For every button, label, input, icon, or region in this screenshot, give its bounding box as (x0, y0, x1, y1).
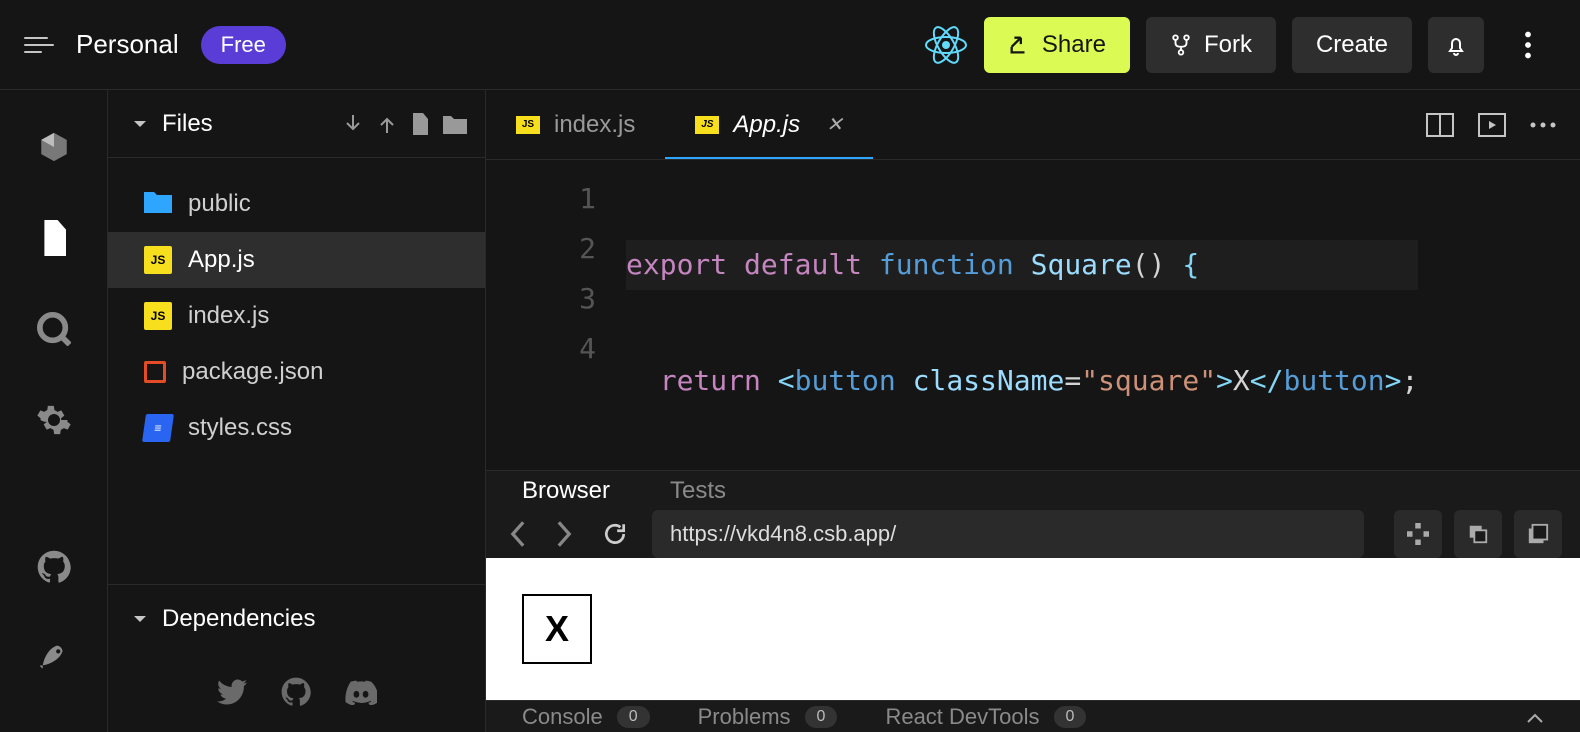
address-bar[interactable] (652, 510, 1364, 558)
nav-back-icon[interactable] (504, 521, 532, 547)
preview-tab-browser[interactable]: Browser (522, 477, 610, 505)
line-number: 3 (486, 274, 596, 324)
line-number: 4 (486, 324, 596, 374)
file-package-json[interactable]: package.json (108, 344, 485, 400)
activity-search-icon[interactable] (37, 312, 71, 346)
activity-sandbox-icon[interactable] (37, 130, 71, 164)
open-window-icon[interactable] (1514, 510, 1562, 558)
download-icon[interactable] (343, 113, 363, 135)
file-label: public (188, 190, 251, 218)
line-number: 2 (486, 224, 596, 274)
tab-label: index.js (554, 111, 635, 139)
console-panel-button[interactable]: Console 0 (522, 704, 650, 730)
create-label: Create (1316, 31, 1388, 59)
tab-index-js[interactable]: JS index.js (486, 90, 665, 159)
discord-icon[interactable] (345, 679, 377, 705)
expand-panel-icon[interactable] (1526, 704, 1544, 730)
dependencies-label: Dependencies (162, 605, 315, 633)
activity-settings-icon[interactable] (36, 402, 72, 438)
react-logo-icon (924, 23, 968, 67)
split-editor-icon[interactable] (1426, 113, 1454, 137)
menu-button[interactable] (24, 37, 54, 53)
fork-button[interactable]: Fork (1146, 17, 1276, 73)
code-editor[interactable]: 1 2 3 4 export default function Square()… (486, 160, 1580, 470)
workspace-name[interactable]: Personal (76, 29, 179, 60)
notifications-button[interactable] (1428, 17, 1484, 73)
tab-label: App.js (733, 111, 800, 139)
preview-toggle-icon[interactable] (1478, 113, 1506, 137)
reload-icon[interactable] (596, 521, 634, 547)
js-icon: JS (144, 302, 172, 330)
new-folder-icon[interactable] (443, 114, 467, 134)
file-styles-css[interactable]: ≡ styles.css (108, 400, 485, 456)
twitter-icon[interactable] (217, 679, 247, 705)
more-button[interactable] (1500, 17, 1556, 73)
square-button[interactable]: X (522, 594, 592, 664)
file-index-js[interactable]: JS index.js (108, 288, 485, 344)
nav-forward-icon[interactable] (550, 521, 578, 547)
share-label: Share (1042, 31, 1106, 59)
line-number: 1 (486, 174, 596, 224)
js-icon: JS (516, 116, 540, 134)
preview-tab-tests[interactable]: Tests (670, 477, 726, 505)
json-icon (144, 361, 166, 383)
github-social-icon[interactable] (281, 677, 311, 707)
activity-files-icon[interactable] (39, 220, 69, 256)
new-file-icon[interactable] (411, 113, 429, 135)
editor-more-icon[interactable] (1530, 121, 1556, 129)
file-label: App.js (188, 246, 255, 274)
file-public[interactable]: public (108, 176, 485, 232)
file-label: package.json (182, 358, 323, 386)
js-icon: JS (144, 246, 172, 274)
file-App-js[interactable]: JS App.js (108, 232, 485, 288)
file-label: styles.css (188, 414, 292, 442)
files-section-title: Files (162, 110, 329, 138)
tab-App-js[interactable]: JS App.js ✕ (665, 90, 872, 159)
activity-deploy-icon[interactable] (37, 640, 71, 674)
share-button[interactable]: Share (984, 17, 1130, 73)
css-icon: ≡ (144, 414, 172, 442)
copy-icon[interactable] (1454, 510, 1502, 558)
upload-icon[interactable] (377, 113, 397, 135)
plan-badge: Free (201, 26, 286, 64)
activity-github-icon[interactable] (37, 550, 71, 584)
create-button[interactable]: Create (1292, 17, 1412, 73)
dependencies-section[interactable]: Dependencies (108, 584, 485, 652)
file-label: index.js (188, 302, 269, 330)
layout-icon[interactable] (1394, 510, 1442, 558)
fork-label: Fork (1204, 31, 1252, 59)
preview-viewport: X (486, 558, 1580, 700)
close-tab-icon[interactable]: ✕ (826, 112, 843, 137)
devtools-panel-button[interactable]: React DevTools 0 (885, 704, 1086, 730)
folder-icon (144, 189, 172, 220)
problems-panel-button[interactable]: Problems 0 (698, 704, 838, 730)
chevron-down-icon[interactable] (132, 116, 148, 132)
js-icon: JS (695, 116, 719, 134)
